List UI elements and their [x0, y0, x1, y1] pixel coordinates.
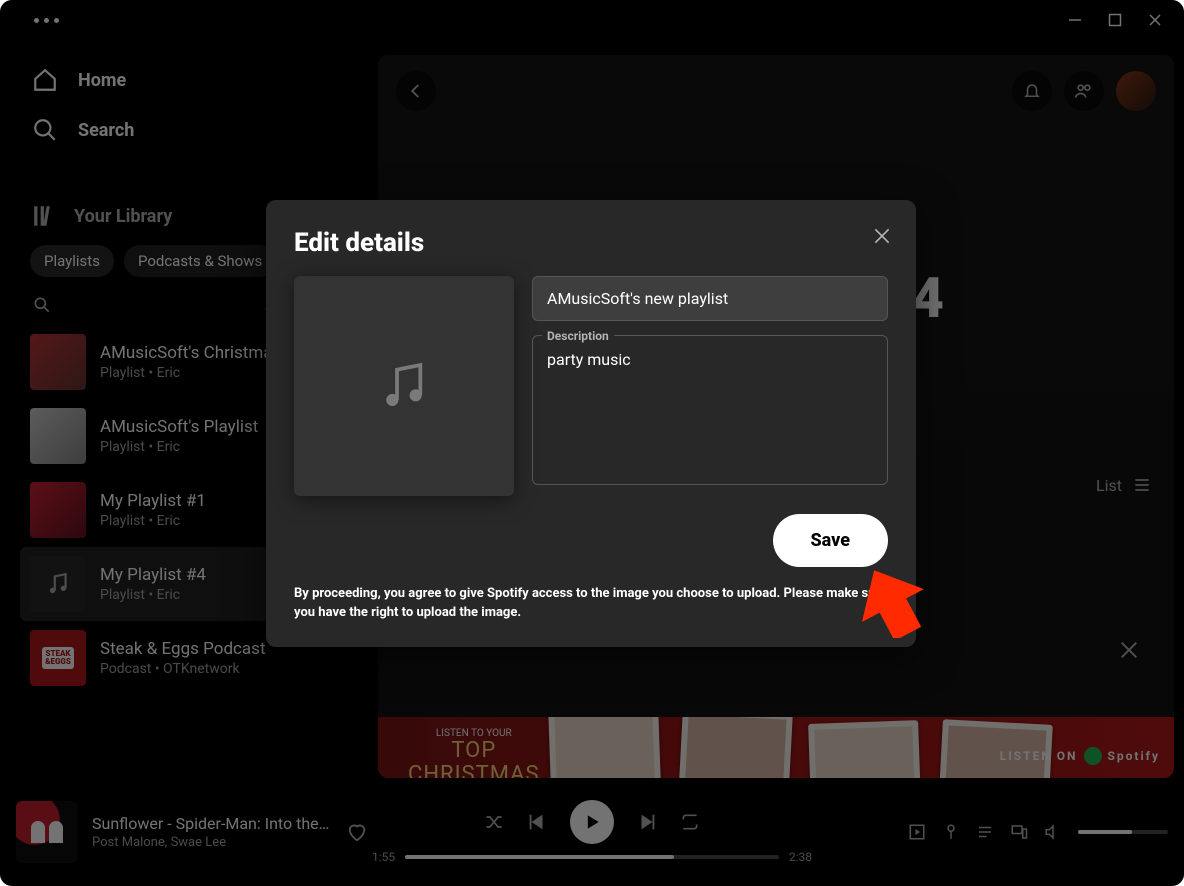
edit-details-modal: Edit details Description Save By proceed… [266, 200, 916, 647]
modal-title: Edit details [294, 228, 888, 258]
save-button[interactable]: Save [773, 514, 889, 567]
description-label: Description [542, 329, 614, 343]
playlist-description-input[interactable] [532, 335, 888, 485]
close-icon [872, 226, 892, 246]
upload-disclaimer: By proceeding, you agree to give Spotify… [294, 585, 888, 623]
playlist-name-input[interactable] [532, 276, 888, 321]
app-window: Home Search Your Library Playlists Podca… [0, 0, 1184, 886]
music-note-icon [376, 358, 432, 414]
playlist-cover-upload[interactable] [294, 276, 514, 496]
modal-close-button[interactable] [872, 226, 892, 246]
